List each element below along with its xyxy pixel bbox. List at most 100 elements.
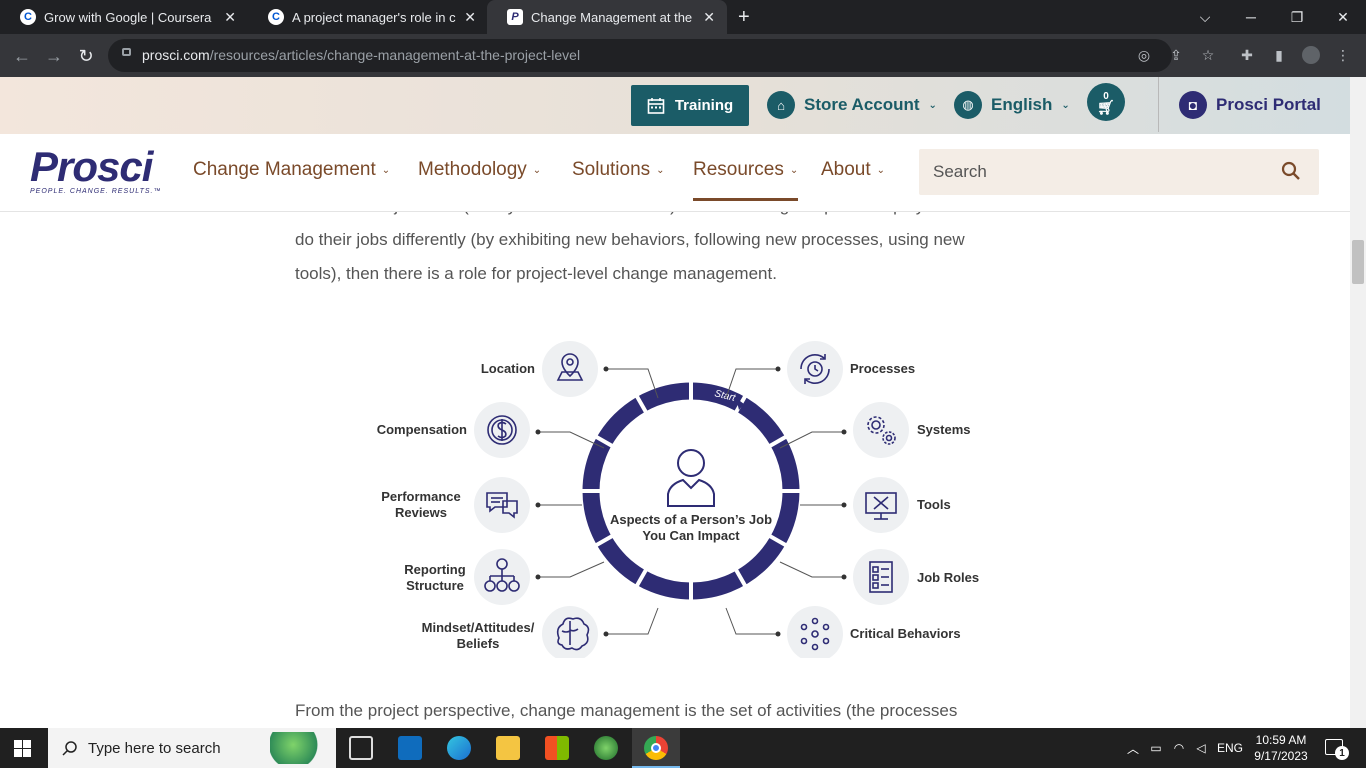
reload-icon[interactable]: ↻	[74, 44, 98, 68]
wifi-icon[interactable]: ◠	[1168, 741, 1190, 755]
chrome-taskbar-button[interactable]	[632, 728, 680, 768]
share-icon[interactable]: ⇪	[1167, 46, 1185, 64]
language-dropdown[interactable]: ◍ English ⌄	[954, 91, 1070, 119]
windows-start-icon[interactable]	[14, 740, 31, 757]
minimize-icon[interactable]: ─	[1228, 0, 1274, 34]
label-processes: Processes	[850, 361, 916, 376]
chevron-down-icon: ⌄	[1061, 99, 1070, 111]
taskbar-search-placeholder: Type here to search	[88, 739, 221, 757]
eye-slash-icon[interactable]: ◎	[1135, 46, 1153, 64]
nav-label: About	[821, 159, 871, 180]
article-paragraph: From the project perspective, change man…	[295, 701, 958, 720]
label-performance-reviews: Performance Reviews	[364, 489, 478, 521]
file-explorer-icon[interactable]	[496, 736, 520, 760]
nav-resources[interactable]: Resources ⌄	[693, 159, 799, 201]
training-label: Training	[674, 97, 734, 114]
browser-menu-icon[interactable]: ⋮	[1334, 46, 1352, 64]
window-close-icon[interactable]: ✕	[1320, 0, 1366, 34]
label-mindset-beliefs: Mindset/Attitudes/ Beliefs	[410, 620, 546, 652]
browser-tab-pm-role[interactable]: C A project manager's role in chang ✕	[248, 0, 488, 34]
chevron-down-icon: ⌄	[876, 164, 886, 176]
nav-solutions[interactable]: Solutions ⌄	[572, 159, 665, 181]
diagram-center-title: Aspects of a Person’s Job You Can Impact	[605, 512, 777, 544]
prosci-logo[interactable]: Prosci PEOPLE. CHANGE. RESULTS.™	[30, 143, 162, 196]
nav-about[interactable]: About ⌄	[821, 159, 885, 181]
bookmark-star-icon[interactable]: ☆	[1199, 46, 1217, 64]
extensions-puzzle-icon[interactable]: ✚	[1238, 46, 1256, 64]
logo-tagline: PEOPLE. CHANGE. RESULTS.™	[30, 188, 162, 195]
search-icon	[62, 741, 77, 756]
calendar-icon	[647, 97, 665, 114]
paragraph-line: do their jobs differently (by exhibiting…	[295, 230, 965, 249]
taskbar-search-box[interactable]: Type here to search	[48, 728, 336, 768]
chevron-down-icon: ⌄	[656, 164, 665, 176]
browser-tab-coursera[interactable]: C Grow with Google | Coursera ✕	[0, 0, 248, 34]
coursera-favicon-icon: C	[20, 9, 36, 25]
logo-wordmark: Prosci	[30, 143, 153, 190]
battery-icon[interactable]: ▭	[1144, 741, 1168, 755]
page-scrollbar[interactable]	[1350, 77, 1366, 728]
label-compensation: Compensation	[376, 422, 467, 437]
scrollbar-thumb[interactable]	[1352, 240, 1364, 284]
notification-count: 1	[1335, 746, 1349, 760]
windows-taskbar: Type here to search ︿ ▭ ◠ ◁ ENG 10:59 AM…	[0, 728, 1366, 768]
bird-widget-icon[interactable]	[270, 732, 328, 764]
network-app-icon[interactable]	[594, 736, 618, 760]
lock-icon	[122, 48, 131, 56]
chevron-down-icon: ⌄	[928, 99, 937, 111]
back-arrow-icon[interactable]: ←	[10, 44, 34, 68]
prosci-portal-link[interactable]: ◘ Prosci Portal	[1179, 91, 1321, 119]
job-aspects-diagram: Start Aspects of a Person’s Job You Can …	[340, 318, 1020, 658]
coursera-favicon-icon: C	[268, 9, 284, 25]
site-search	[919, 149, 1319, 195]
profile-avatar-icon[interactable]	[1302, 46, 1320, 64]
system-tray: ︿ ▭ ◠ ◁ ENG	[1122, 728, 1248, 768]
volume-icon[interactable]: ◁	[1190, 741, 1212, 755]
cart-icon: 🛒︎	[1097, 99, 1115, 115]
article-paragraph: structures or job roles (or any combinat…	[295, 212, 1055, 291]
label-location: Location	[480, 361, 535, 376]
side-panel-icon[interactable]: ▮	[1270, 46, 1288, 64]
new-tab-icon[interactable]: +	[738, 6, 750, 29]
browser-tab-prosci[interactable]: P Change Management at the Proje ✕	[487, 0, 727, 34]
tab-title: A project manager's role in chang	[292, 9, 456, 25]
close-tab-icon[interactable]: ✕	[224, 9, 236, 26]
taskbar-clock[interactable]: 10:59 AM 9/17/2023	[1246, 732, 1316, 764]
tab-title: Change Management at the Proje	[531, 9, 695, 25]
cart-button[interactable]: 0 🛒︎	[1087, 83, 1125, 121]
nav-label: Methodology	[418, 159, 527, 180]
training-button[interactable]: Training	[631, 85, 749, 126]
url-text: prosci.com/resources/articles/change-man…	[142, 47, 580, 63]
close-tab-icon[interactable]: ✕	[703, 9, 715, 26]
utility-bar: Training ⌂ Store Account ⌄ ◍ English ⌄ 0…	[0, 77, 1350, 134]
prosci-favicon-icon: P	[507, 9, 523, 25]
microsoft-store-icon[interactable]	[545, 736, 569, 760]
search-icon[interactable]	[1281, 161, 1301, 181]
search-input[interactable]	[933, 149, 1273, 195]
impact-ring: Start	[578, 378, 804, 604]
portal-chat-icon: ◘	[1179, 91, 1207, 119]
url-domain: prosci.com	[142, 47, 210, 63]
edge-icon[interactable]	[447, 736, 471, 760]
label-job-roles: Job Roles	[917, 570, 980, 585]
nav-label: Resources	[693, 159, 784, 180]
outlook-icon[interactable]	[398, 736, 422, 760]
store-account-dropdown[interactable]: ⌂ Store Account ⌄	[767, 91, 937, 119]
url-bar[interactable]: prosci.com/resources/articles/change-man…	[108, 39, 1172, 72]
label-line: Reporting	[404, 562, 466, 577]
utility-divider	[1158, 77, 1159, 132]
nav-change-management[interactable]: Change Management ⌄	[193, 159, 390, 181]
restore-icon[interactable]: ❐	[1274, 0, 1320, 34]
tray-chevron-up-icon[interactable]: ︿	[1122, 740, 1144, 757]
task-view-icon[interactable]	[349, 736, 373, 760]
storefront-icon: ⌂	[767, 91, 795, 119]
language-indicator[interactable]: ENG	[1212, 741, 1248, 755]
dollar-icon	[487, 415, 517, 445]
tab-search-chevron-icon[interactable]: ⌵	[1182, 0, 1228, 34]
nav-methodology[interactable]: Methodology ⌄	[418, 159, 541, 181]
close-tab-icon[interactable]: ✕	[464, 9, 476, 26]
label-tools: Tools	[917, 497, 951, 512]
forward-arrow-icon[interactable]: →	[42, 44, 66, 68]
label-line: Mindset/Attitudes/	[421, 620, 535, 635]
notification-icon[interactable]: 1	[1325, 739, 1349, 760]
